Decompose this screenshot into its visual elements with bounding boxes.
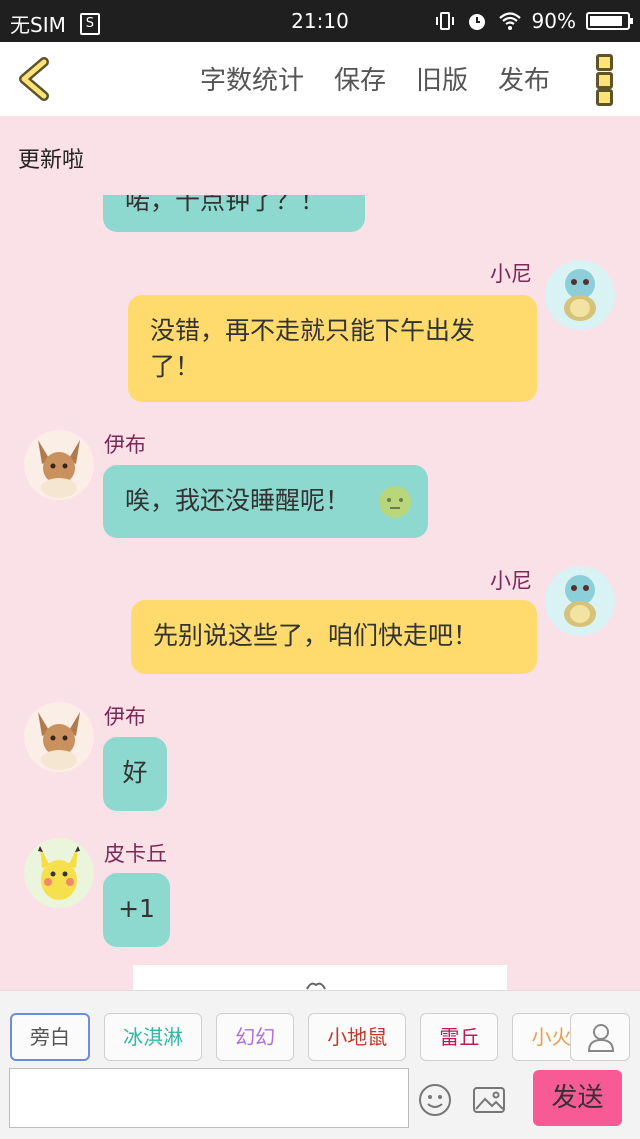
message-input[interactable] [9, 1068, 409, 1128]
wifi-icon [498, 12, 521, 30]
speaker-name: 伊布 [104, 433, 146, 457]
composer-panel: 旁白 冰淇淋 幻幻 小地鼠 雷丘 小火 发送 [0, 990, 640, 1139]
publish-button[interactable]: 发布 [498, 60, 550, 97]
squirtle-icon [545, 260, 615, 330]
role-chip-gopher[interactable]: 小地鼠 [308, 1013, 407, 1061]
word-count-button[interactable]: 字数统计 [200, 60, 304, 97]
message-bubble[interactable]: +1 [103, 873, 170, 947]
speaker-name: 小尼 [490, 569, 532, 593]
save-button[interactable]: 保存 [334, 60, 386, 97]
role-chip-huanhuan[interactable]: 幻幻 [216, 1013, 295, 1061]
role-chip-icecream[interactable]: 冰淇淋 [104, 1013, 203, 1061]
role-label: 旁白 [30, 1025, 70, 1049]
vibrate-icon [435, 12, 454, 30]
sleepy-emoji-icon [379, 486, 411, 518]
emoji-icon[interactable] [418, 1083, 452, 1117]
battery-level [590, 16, 623, 26]
user-icon [587, 1024, 615, 1052]
speaker-name: 小尼 [490, 262, 532, 286]
loading-strip [133, 965, 507, 990]
chat-title: 更新啦 [18, 148, 85, 173]
back-arrow-icon[interactable] [12, 54, 62, 104]
alarm-icon [468, 14, 485, 30]
avatar-squirtle[interactable] [545, 566, 615, 636]
message-bubble[interactable]: 喏，十点钟了？！ [103, 195, 365, 232]
squirtle-icon [545, 566, 615, 636]
role-label: 冰淇淋 [123, 1025, 184, 1049]
speaker-name: 伊布 [104, 705, 146, 729]
avatar-squirtle[interactable] [545, 260, 615, 330]
avatar-pikachu[interactable] [24, 838, 94, 908]
role-selector: 旁白 冰淇淋 幻幻 小地鼠 雷丘 小火 [10, 1013, 570, 1063]
message-text: 没错，再不走就只能下午出发了！ [150, 316, 476, 381]
avatar-eevee[interactable] [24, 702, 94, 772]
message-bubble[interactable]: 没错，再不走就只能下午出发了！ [128, 295, 537, 402]
role-chip-raichu[interactable]: 雷丘 [420, 1013, 499, 1061]
chat-area[interactable]: 喏，十点钟了？！ 小尼 没错，再不走就只能下午出发了！ 伊布 唉，我还没睡醒呢！ [0, 195, 640, 990]
role-label: 幻幻 [235, 1025, 276, 1049]
status-bar: 无SIM S 21:10 90% [0, 0, 640, 42]
eevee-icon [24, 430, 94, 500]
avatar-eevee[interactable] [24, 430, 94, 500]
battery-icon [586, 12, 633, 30]
message-text: 喏，十点钟了？！ [125, 195, 326, 215]
role-label: 雷丘 [439, 1025, 480, 1049]
message-text: 好 [122, 758, 148, 787]
role-label: 小地鼠 [327, 1025, 388, 1049]
message-text: +1 [118, 894, 155, 923]
pikachu-icon [24, 838, 94, 908]
message-text: 先别说这些了，咱们快走吧！ [153, 621, 479, 650]
image-icon[interactable] [472, 1083, 506, 1117]
message-bubble[interactable]: 先别说这些了，咱们快走吧！ [131, 600, 537, 674]
role-chip-narrator[interactable]: 旁白 [10, 1013, 90, 1061]
send-button[interactable]: 发送 [533, 1070, 622, 1126]
message-bubble[interactable]: 唉，我还没睡醒呢！ [103, 465, 428, 538]
add-role-button[interactable] [570, 1013, 630, 1061]
editor-toolbar: 字数统计 保存 旧版 发布 [0, 42, 640, 116]
role-chip-xiaohuo[interactable]: 小火 [512, 1013, 570, 1061]
message-text: 唉，我还没睡醒呢！ [125, 486, 351, 515]
role-label: 小火 [531, 1025, 570, 1049]
old-version-button[interactable]: 旧版 [416, 60, 468, 97]
more-menu-icon[interactable] [596, 54, 618, 106]
speaker-name: 皮卡丘 [104, 842, 167, 866]
message-bubble[interactable]: 好 [103, 737, 167, 811]
battery-percent: 90% [531, 9, 576, 33]
eevee-icon [24, 702, 94, 772]
